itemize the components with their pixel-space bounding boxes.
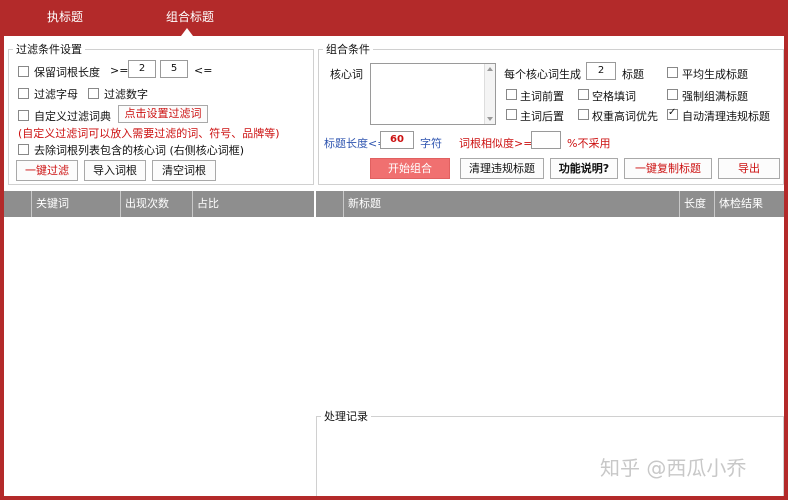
process-log-legend: 处理记录 <box>324 410 368 423</box>
column-new-title[interactable]: 新标题 <box>343 191 679 217</box>
active-tab-indicator <box>181 28 193 36</box>
space-fill-label: 空格填词 <box>592 90 636 103</box>
title-table-header: 新标题 长度 体检结果 <box>316 191 784 217</box>
tab-combine-titles[interactable]: 组合标题 <box>166 8 214 25</box>
scroll-down-icon[interactable] <box>487 117 493 121</box>
space-fill-checkbox[interactable] <box>578 89 589 100</box>
gte-symbol: >= <box>110 64 129 77</box>
custom-dict-checkbox[interactable] <box>18 110 29 121</box>
per-core-label: 每个核心词生成 <box>504 68 581 81</box>
copy-titles-button[interactable]: 一键复制标题 <box>624 158 712 179</box>
column-keyword[interactable]: 关键词 <box>31 191 119 217</box>
scroll-up-icon[interactable] <box>487 67 493 71</box>
filter-digits-checkbox[interactable] <box>88 88 99 99</box>
clear-roots-button[interactable]: 清空词根 <box>152 160 216 181</box>
column-check-result[interactable]: 体检结果 <box>714 191 784 217</box>
chars-unit-label: 字符 <box>420 137 442 150</box>
top-tab-bar: 执标题 组合标题 <box>0 0 788 36</box>
similarity-input[interactable] <box>531 131 561 149</box>
filter-digits-label: 过滤数字 <box>104 88 148 101</box>
main-panel: 过滤条件设置 保留词根长度 >= 2 5 <= 过滤字母 过滤数字 自定义过滤词… <box>4 36 784 496</box>
tab-execute-titles[interactable]: 执标题 <box>47 8 83 25</box>
filter-letters-label: 过滤字母 <box>34 88 78 101</box>
import-roots-button[interactable]: 导入词根 <box>84 160 146 181</box>
similarity-label: 词根相似度>= <box>459 137 533 150</box>
core-word-scrollbar[interactable] <box>484 64 495 124</box>
min-length-input[interactable]: 2 <box>128 60 156 78</box>
set-filter-words-button[interactable]: 点击设置过滤词 <box>118 105 208 123</box>
export-button[interactable]: 导出 <box>718 158 780 179</box>
root-back-checkbox[interactable] <box>506 109 517 120</box>
help-button[interactable]: 功能说明? <box>550 158 618 179</box>
title-length-label: 标题长度<= <box>324 137 387 150</box>
column-ratio[interactable]: 占比 <box>192 191 314 217</box>
auto-clean-checkbox[interactable] <box>667 107 678 120</box>
keep-length-checkbox[interactable] <box>18 66 29 77</box>
lte-symbol: <= <box>194 64 213 77</box>
per-core-input[interactable]: 2 <box>586 62 616 80</box>
titles-unit-label: 标题 <box>622 68 644 81</box>
root-front-checkbox[interactable] <box>506 89 517 100</box>
root-back-label: 主词后置 <box>520 110 564 123</box>
custom-dict-label: 自定义过滤词典 <box>34 110 111 123</box>
start-combine-button[interactable]: 开始组合 <box>370 158 450 179</box>
column-count[interactable]: 出现次数 <box>120 191 192 217</box>
max-length-input[interactable]: 5 <box>160 60 188 78</box>
remove-core-label: 去除词根列表包含的核心词 (右侧核心词框) <box>34 144 245 157</box>
core-word-textarea[interactable] <box>370 63 496 125</box>
force-full-label: 强制组满标题 <box>682 90 748 103</box>
clean-violations-button[interactable]: 清理违规标题 <box>460 158 544 179</box>
watermark-text: 知乎 @西瓜小乔 <box>600 456 747 480</box>
one-key-filter-button[interactable]: 一键过滤 <box>16 160 78 181</box>
keyword-table-header: 关键词 出现次数 占比 <box>4 191 314 217</box>
root-front-label: 主词前置 <box>520 90 564 103</box>
weight-priority-label: 权重高词优先 <box>592 110 658 123</box>
avg-gen-checkbox[interactable] <box>667 67 678 78</box>
weight-priority-checkbox[interactable] <box>578 109 589 120</box>
title-length-input[interactable]: 60 <box>380 131 414 149</box>
column-length[interactable]: 长度 <box>679 191 715 217</box>
auto-clean-label: 自动清理违规标题 <box>682 110 770 123</box>
keep-length-label: 保留词根长度 <box>34 66 100 79</box>
not-used-label: %不采用 <box>567 137 611 150</box>
filter-letters-checkbox[interactable] <box>18 88 29 99</box>
custom-dict-hint: (自定义过滤词可以放入需要过滤的词、符号、品牌等) <box>18 127 280 140</box>
remove-core-checkbox[interactable] <box>18 144 29 155</box>
filter-settings-legend: 过滤条件设置 <box>16 43 82 56</box>
force-full-checkbox[interactable] <box>667 89 678 100</box>
avg-gen-label: 平均生成标题 <box>682 68 748 81</box>
combine-settings-legend: 组合条件 <box>326 43 370 56</box>
core-word-label: 核心词 <box>330 68 363 81</box>
